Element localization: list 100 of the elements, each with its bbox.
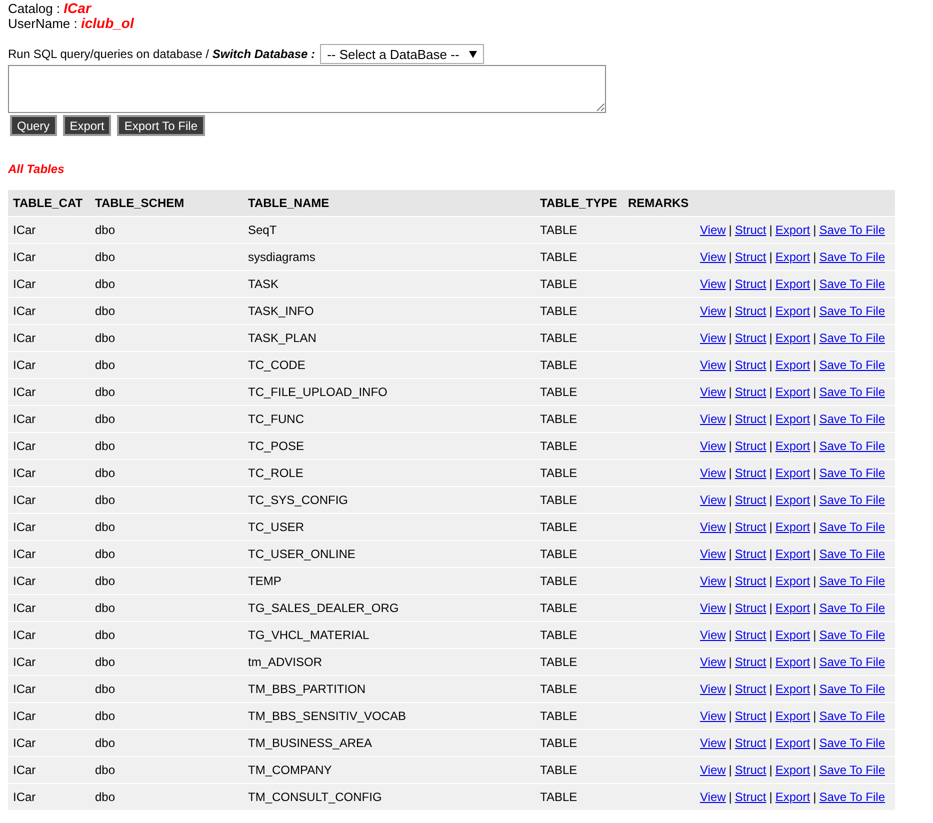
table-action-link[interactable]: Export — [775, 493, 810, 507]
link-separator: | — [728, 628, 732, 642]
table-action-link[interactable]: View — [700, 385, 726, 399]
table-action-link[interactable]: Export — [775, 358, 810, 372]
table-action-link[interactable]: Struct — [734, 709, 766, 723]
table-action-link[interactable]: View — [700, 331, 726, 345]
table-action-link[interactable]: Export — [775, 439, 810, 453]
table-action-link[interactable]: Save To File — [819, 601, 885, 615]
sql-query-field[interactable] — [8, 65, 606, 113]
table-action-link[interactable]: View — [700, 277, 726, 291]
table-action-link[interactable]: View — [700, 763, 726, 777]
table-action-link[interactable]: Export — [775, 736, 810, 750]
table-action-link[interactable]: Struct — [734, 439, 766, 453]
table-action-link[interactable]: Export — [775, 547, 810, 561]
table-action-link[interactable]: View — [700, 493, 726, 507]
action-button[interactable]: Export To File — [117, 115, 205, 136]
table-action-link[interactable]: Struct — [734, 358, 766, 372]
table-action-link[interactable]: View — [700, 601, 726, 615]
table-action-link[interactable]: Struct — [734, 520, 766, 534]
table-action-link[interactable]: Save To File — [819, 277, 885, 291]
table-action-link[interactable]: View — [700, 223, 726, 237]
table-action-link[interactable]: Export — [775, 763, 810, 777]
table-action-link[interactable]: Export — [775, 628, 810, 642]
table-action-link[interactable]: Export — [775, 466, 810, 480]
table-action-link[interactable]: Save To File — [819, 250, 885, 264]
action-button[interactable]: Export — [62, 115, 112, 136]
table-action-link[interactable]: Struct — [734, 763, 766, 777]
table-action-link[interactable]: Struct — [734, 331, 766, 345]
table-action-link[interactable]: View — [700, 412, 726, 426]
table-action-link[interactable]: Struct — [734, 790, 766, 804]
table-action-link[interactable]: View — [700, 628, 726, 642]
link-separator: | — [769, 466, 772, 480]
table-action-link[interactable]: Save To File — [819, 790, 885, 804]
table-action-link[interactable]: Struct — [734, 628, 766, 642]
table-action-link[interactable]: Export — [775, 331, 810, 345]
table-action-link[interactable]: Struct — [734, 655, 766, 669]
table-action-link[interactable]: Export — [775, 250, 810, 264]
table-action-link[interactable]: View — [700, 520, 726, 534]
table-action-link[interactable]: View — [700, 547, 726, 561]
table-action-link[interactable]: Struct — [734, 493, 766, 507]
table-action-link[interactable]: View — [700, 439, 726, 453]
table-action-link[interactable]: Struct — [734, 547, 766, 561]
table-action-link[interactable]: Struct — [734, 601, 766, 615]
table-action-link[interactable]: Save To File — [819, 439, 885, 453]
table-action-link[interactable]: Export — [775, 601, 810, 615]
table-action-link[interactable]: View — [700, 655, 726, 669]
table-action-link[interactable]: Struct — [734, 250, 766, 264]
table-action-link[interactable]: Export — [775, 709, 810, 723]
table-action-link[interactable]: Save To File — [819, 520, 885, 534]
table-action-link[interactable]: Save To File — [819, 763, 885, 777]
table-action-link[interactable]: Struct — [734, 385, 766, 399]
action-button[interactable]: Query — [10, 115, 57, 136]
table-action-link[interactable]: Export — [775, 655, 810, 669]
table-action-link[interactable]: Save To File — [819, 331, 885, 345]
table-action-link[interactable]: Struct — [734, 277, 766, 291]
table-action-link[interactable]: Save To File — [819, 736, 885, 750]
database-select[interactable]: -- Select a DataBase -- — [320, 44, 484, 64]
table-action-link[interactable]: Struct — [734, 736, 766, 750]
table-action-link[interactable]: Save To File — [819, 304, 885, 318]
table-cell: TABLE — [535, 594, 623, 622]
table-action-link[interactable]: Struct — [734, 412, 766, 426]
table-action-link[interactable]: View — [700, 304, 726, 318]
table-action-link[interactable]: Export — [775, 385, 810, 399]
table-action-link[interactable]: View — [700, 682, 726, 696]
table-action-link[interactable]: Save To File — [819, 412, 885, 426]
table-action-link[interactable]: Save To File — [819, 628, 885, 642]
table-action-link[interactable]: View — [700, 709, 726, 723]
table-action-link[interactable]: Save To File — [819, 385, 885, 399]
table-action-link[interactable]: Export — [775, 682, 810, 696]
table-cell: ICar — [8, 270, 90, 298]
table-action-link[interactable]: View — [700, 466, 726, 480]
table-action-link[interactable]: Save To File — [819, 682, 885, 696]
table-action-link[interactable]: Export — [775, 304, 810, 318]
table-action-link[interactable]: Save To File — [819, 574, 885, 588]
table-action-link[interactable]: Save To File — [819, 709, 885, 723]
table-action-link[interactable]: Save To File — [819, 493, 885, 507]
table-action-link[interactable]: Export — [775, 277, 810, 291]
table-action-link[interactable]: Save To File — [819, 358, 885, 372]
table-action-link[interactable]: Export — [775, 574, 810, 588]
table-action-link[interactable]: Export — [775, 790, 810, 804]
table-action-link[interactable]: Struct — [734, 223, 766, 237]
table-action-link[interactable]: Struct — [734, 574, 766, 588]
table-action-link[interactable]: View — [700, 250, 726, 264]
table-action-link[interactable]: Export — [775, 412, 810, 426]
table-action-link[interactable]: Struct — [734, 466, 766, 480]
table-action-link[interactable]: Export — [775, 223, 810, 237]
table-action-link[interactable]: Save To File — [819, 655, 885, 669]
table-cell: TABLE — [535, 540, 623, 568]
table-cell: dbo — [90, 648, 243, 676]
table-action-link[interactable]: View — [700, 574, 726, 588]
table-action-link[interactable]: Save To File — [819, 466, 885, 480]
table-action-link[interactable]: Struct — [734, 304, 766, 318]
table-action-link[interactable]: Export — [775, 520, 810, 534]
table-action-link[interactable]: View — [700, 358, 726, 372]
table-action-link[interactable]: Struct — [734, 682, 766, 696]
table-action-link[interactable]: Save To File — [819, 547, 885, 561]
table-action-link[interactable]: View — [700, 736, 726, 750]
table-action-link[interactable]: Save To File — [819, 223, 885, 237]
table-action-link[interactable]: View — [700, 790, 726, 804]
table-cell: ICar — [8, 324, 90, 352]
